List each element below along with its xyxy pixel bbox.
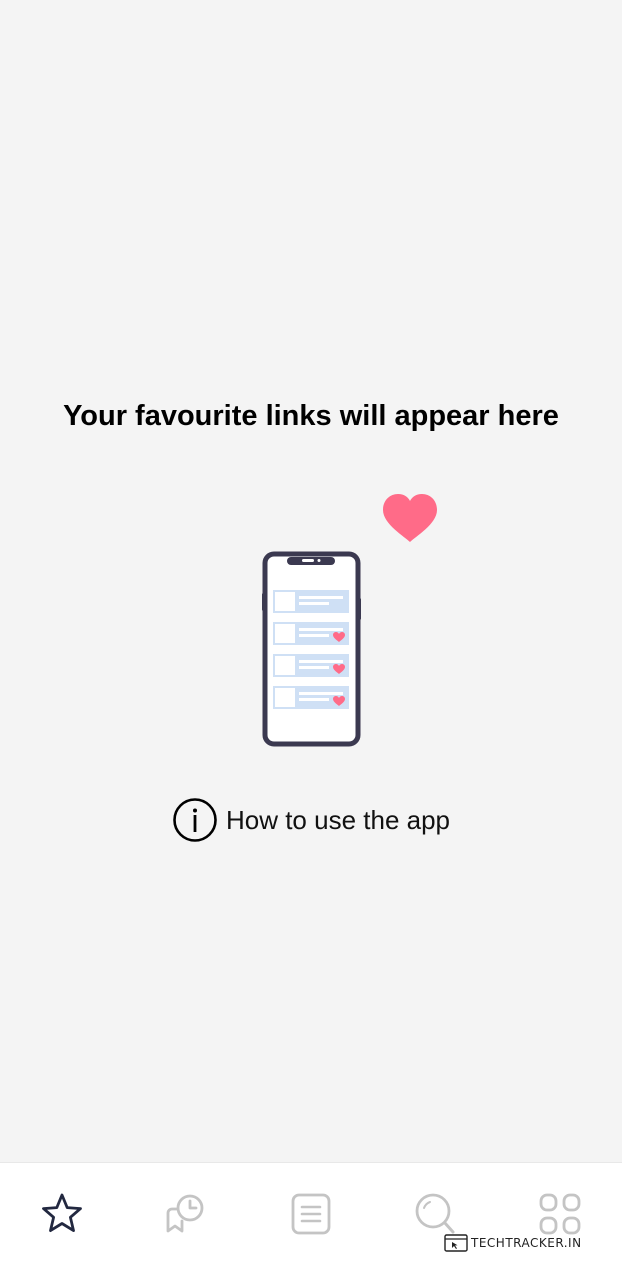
phone-favourites-illustration [262,494,437,747]
watermark: TechTracker.in [444,1234,582,1252]
nav-more-apps[interactable] [520,1189,600,1239]
phone-frame [262,551,361,747]
info-icon [173,798,217,842]
star-icon [42,1193,83,1232]
grid-apps-icon [539,1193,581,1235]
nav-lists[interactable] [271,1189,351,1239]
empty-state-title: Your favourite links will appear here [63,400,559,432]
nav-favourites[interactable] [22,1189,102,1239]
nav-history[interactable] [147,1189,227,1239]
browser-window-icon [444,1234,468,1252]
bottom-navigation [0,1162,622,1280]
heart-icon [383,494,437,542]
list-row [273,622,349,645]
how-to-use-label: How to use the app [225,805,451,835]
search-icon [415,1193,455,1234]
nav-search[interactable] [395,1189,475,1239]
list-document-icon [291,1193,331,1235]
list-row [273,590,349,613]
history-clock-icon [166,1194,203,1233]
list-row [273,686,349,709]
watermark-text: TechTracker.in [471,1236,582,1250]
list-row [273,654,349,677]
how-to-use-link[interactable]: How to use the app [0,797,622,843]
